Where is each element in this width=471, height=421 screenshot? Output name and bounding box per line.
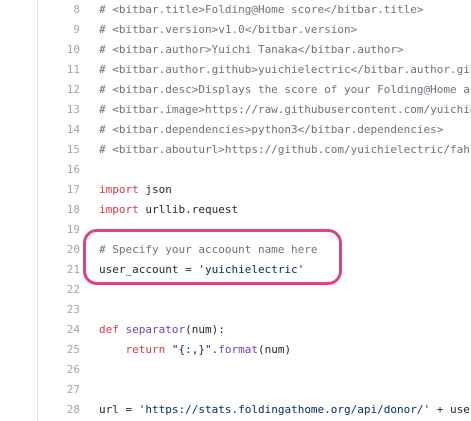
code-token-keyword: import	[99, 183, 139, 196]
code-line: 19	[0, 220, 471, 240]
code-line: 12 # <bitbar.desc>Displays the score of y…	[0, 80, 471, 100]
code-text: # <bitbar.title>Folding@Home score</bitb…	[99, 0, 424, 20]
code-token-func: format	[218, 343, 258, 356]
code-line: 9 # <bitbar.version>v1.0</bitbar.version>	[0, 20, 471, 40]
code-token-comment: # <bitbar.title>Folding@Home score</bitb…	[99, 3, 424, 16]
code-text: # <bitbar.dependencies>python3</bitbar.d…	[99, 120, 443, 140]
code-line: 23	[0, 300, 471, 320]
line-number: 12	[66, 83, 80, 96]
line-number: 28	[66, 403, 80, 416]
code-text: user_account = 'yuichielectric'	[99, 260, 304, 280]
code-token-keyword: return	[125, 343, 166, 356]
line-number: 24	[66, 323, 80, 336]
code-view: 8 # <bitbar.title>Folding@Home score</bit…	[0, 0, 471, 421]
line-number: 19	[66, 223, 80, 236]
line-number: 9	[73, 23, 80, 36]
code-text: url = 'https://stats.foldingathome.org/a…	[99, 400, 471, 420]
code-text: def separator(num):	[99, 320, 225, 340]
code-line: 14 # <bitbar.dependencies>python3</bitbar…	[0, 120, 471, 140]
code-line: 26	[0, 360, 471, 380]
line-number: 14	[66, 123, 80, 136]
line-number: 17	[66, 183, 80, 196]
line-number: 21	[66, 263, 80, 276]
code-line: 17 import json	[0, 180, 471, 200]
code-line: 18 import urllib.request	[0, 200, 471, 220]
code-token-plain: user_account =	[99, 263, 199, 276]
line-number: 11	[66, 63, 80, 76]
code-token-func: separator	[125, 323, 186, 336]
line-number: 23	[66, 303, 80, 316]
line-number: 16	[66, 163, 80, 176]
line-number: 25	[66, 343, 80, 356]
code-line: 20 # Specify your accoount name here	[0, 240, 471, 260]
code-text: # <bitbar.image>https://raw.githubuserco…	[99, 100, 471, 120]
code-token-string: 'yuichielectric'	[198, 263, 305, 276]
code-token-plain: + user	[436, 403, 471, 416]
code-token-comment: # <bitbar.desc>Displays the score of you…	[99, 83, 471, 96]
code-token-comment: # <bitbar.author.github>yuichielectric</…	[99, 63, 471, 76]
code-token-comment: # Specify your accoount name here	[99, 243, 318, 256]
line-number: 13	[66, 103, 80, 116]
code-line: 28 url = 'https://stats.foldingathome.org…	[0, 400, 471, 420]
code-text: # <bitbar.desc>Displays the score of you…	[99, 80, 471, 100]
code-token-comment: # <bitbar.abouturl>https://github.com/yu…	[99, 143, 471, 156]
code-token-plain: url =	[99, 403, 139, 416]
code-text: return "{:,}".format(num)	[99, 340, 292, 360]
code-token-string: "{:,}"	[171, 343, 212, 356]
code-line: 16	[0, 160, 471, 180]
code-line: 10 # <bitbar.author>Yuichi Tanaka</bitbar…	[0, 40, 471, 60]
code-line: 11 # <bitbar.author.github>yuichielectric…	[0, 60, 471, 80]
code-line: 21 user_account = 'yuichielectric'	[0, 260, 471, 280]
code-line: 25 return "{:,}".format(num)	[0, 340, 471, 360]
code-text: # Specify your accoount name here	[99, 240, 318, 260]
code-token-comment: # <bitbar.version>v1.0</bitbar.version>	[99, 23, 358, 36]
line-number: 20	[66, 243, 80, 256]
code-text: import json	[99, 180, 172, 200]
code-token-plain: json	[138, 183, 172, 196]
code-token-plain: (num)	[258, 343, 292, 356]
code-token-plain: urllib.request	[138, 203, 239, 216]
code-line: 24 def separator(num):	[0, 320, 471, 340]
code-token-string: 'https://stats.foldingathome.org/api/don…	[138, 403, 431, 416]
code-text: # <bitbar.abouturl>https://github.com/yu…	[99, 140, 471, 160]
code-token-comment: # <bitbar.author>Yuichi Tanaka</bitbar.a…	[99, 43, 404, 56]
code-line: 15 # <bitbar.abouturl>https://github.com/…	[0, 140, 471, 160]
code-token-keyword: def	[99, 323, 119, 336]
code-token-comment: # <bitbar.dependencies>python3</bitbar.d…	[99, 123, 444, 136]
line-number: 27	[66, 383, 80, 396]
code-text: # <bitbar.author.github>yuichielectric</…	[99, 60, 471, 80]
code-token-comment: # <bitbar.image>https://raw.githubuserco…	[99, 103, 471, 116]
line-number: 22	[66, 283, 80, 296]
line-number: 18	[66, 203, 80, 216]
code-line: 8 # <bitbar.title>Folding@Home score</bit…	[0, 0, 471, 20]
line-number: 26	[66, 363, 80, 376]
code-token-plain: (num):	[185, 323, 225, 336]
code-text: # <bitbar.author>Yuichi Tanaka</bitbar.a…	[99, 40, 404, 60]
code-token-keyword: import	[99, 203, 139, 216]
code-line: 22	[0, 280, 471, 300]
code-text: # <bitbar.version>v1.0</bitbar.version>	[99, 20, 357, 40]
code-line: 13 # <bitbar.image>https://raw.githubuser…	[0, 100, 471, 120]
code-line: 27	[0, 380, 471, 400]
line-number: 15	[66, 143, 80, 156]
code-text: import urllib.request	[99, 200, 238, 220]
line-number: 10	[66, 43, 80, 56]
line-number: 8	[73, 3, 80, 16]
